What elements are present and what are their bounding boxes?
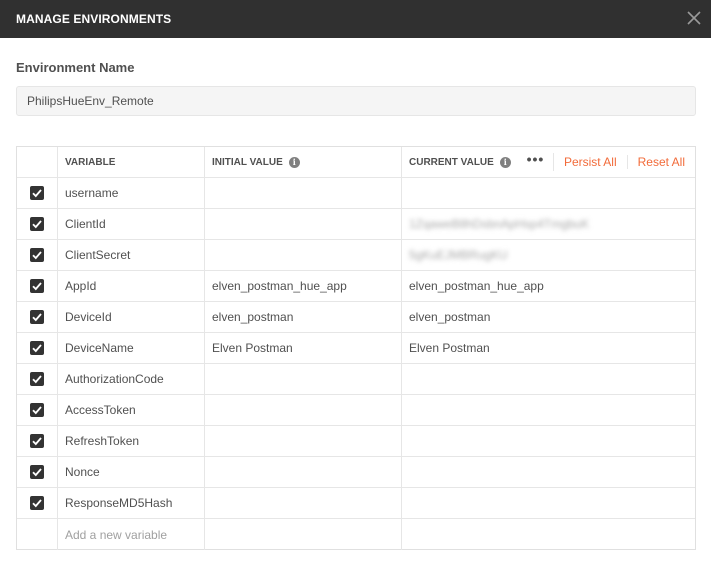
more-options-icon[interactable]: ••• — [518, 152, 554, 171]
table-row: ResponseMD5Hash — [17, 488, 695, 519]
row-checkbox-cell — [17, 457, 58, 487]
reset-all-button[interactable]: Reset All — [628, 155, 695, 169]
row-checkbox-cell — [17, 178, 58, 208]
initial-value-cell[interactable]: elven_postman_hue_app — [205, 271, 402, 301]
initial-value-column-header: INITIAL VALUE i — [205, 147, 402, 177]
enable-checkbox[interactable] — [30, 217, 44, 231]
table-row: DeviceId elven_postman elven_postman — [17, 302, 695, 333]
current-value-cell[interactable]: 5gKuEJMBRugKU — [402, 240, 695, 270]
enable-checkbox[interactable] — [30, 496, 44, 510]
initial-value-cell[interactable]: Elven Postman — [205, 333, 402, 363]
variable-name-cell[interactable]: DeviceName — [58, 333, 205, 363]
variable-name-cell[interactable]: AuthorizationCode — [58, 364, 205, 394]
current-value-cell[interactable] — [402, 488, 695, 518]
initial-value-cell[interactable] — [205, 395, 402, 425]
variable-name-cell[interactable]: RefreshToken — [58, 426, 205, 456]
variables-table: VARIABLE INITIAL VALUE i CURRENT VALUE i… — [16, 146, 696, 550]
row-checkbox-cell — [17, 209, 58, 239]
initial-value-cell[interactable] — [205, 488, 402, 518]
table-row: ClientSecret 5gKuEJMBRugKU — [17, 240, 695, 271]
enable-checkbox[interactable] — [30, 279, 44, 293]
table-row: ClientId 1ZqaweB8hDsbnApHsp4TmgbuK — [17, 209, 695, 240]
enable-checkbox[interactable] — [30, 341, 44, 355]
header-checkbox-cell — [17, 147, 58, 177]
enable-checkbox[interactable] — [30, 186, 44, 200]
dialog-titlebar: MANAGE ENVIRONMENTS — [0, 0, 711, 38]
dialog-title: MANAGE ENVIRONMENTS — [16, 12, 172, 26]
initial-value-cell[interactable] — [205, 240, 402, 270]
current-value-cell[interactable] — [402, 426, 695, 456]
environment-name-label: Environment Name — [16, 60, 135, 75]
initial-value-cell[interactable] — [205, 364, 402, 394]
initial-value-cell[interactable] — [205, 519, 402, 550]
variable-name-cell[interactable]: AppId — [58, 271, 205, 301]
row-checkbox-cell — [17, 333, 58, 363]
variable-column-header: VARIABLE — [58, 147, 205, 177]
table-row: DeviceName Elven Postman Elven Postman — [17, 333, 695, 364]
variable-name-cell[interactable]: ClientId — [58, 209, 205, 239]
table-header: VARIABLE INITIAL VALUE i CURRENT VALUE i… — [17, 147, 695, 178]
variable-name-cell[interactable]: ResponseMD5Hash — [58, 488, 205, 518]
environment-name-input[interactable] — [16, 86, 696, 116]
current-value-cell[interactable] — [402, 364, 695, 394]
initial-value-cell[interactable] — [205, 426, 402, 456]
persist-all-button[interactable]: Persist All — [554, 155, 628, 169]
enable-checkbox[interactable] — [30, 434, 44, 448]
row-checkbox-cell — [17, 364, 58, 394]
new-variable-row: Add a new variable — [17, 519, 695, 550]
enable-checkbox[interactable] — [30, 465, 44, 479]
current-value-cell[interactable] — [402, 395, 695, 425]
table-row: Nonce — [17, 457, 695, 488]
enable-checkbox[interactable] — [30, 372, 44, 386]
current-value-cell[interactable]: elven_postman_hue_app — [402, 271, 695, 301]
current-value-column-header: CURRENT VALUE i ••• Persist All Reset Al… — [402, 147, 695, 177]
current-value-cell[interactable] — [402, 519, 695, 550]
current-value-cell[interactable]: 1ZqaweB8hDsbnApHsp4TmgbuK — [402, 209, 695, 239]
current-value-cell[interactable]: Elven Postman — [402, 333, 695, 363]
current-value-cell[interactable]: elven_postman — [402, 302, 695, 332]
table-row: RefreshToken — [17, 426, 695, 457]
table-row: username — [17, 178, 695, 209]
current-value-header-label: CURRENT VALUE — [409, 156, 494, 168]
enable-checkbox[interactable] — [30, 248, 44, 262]
table-row: AccessToken — [17, 395, 695, 426]
initial-value-cell[interactable] — [205, 178, 402, 208]
variable-name-cell[interactable]: AccessToken — [58, 395, 205, 425]
variable-name-cell[interactable]: Nonce — [58, 457, 205, 487]
enable-checkbox[interactable] — [30, 310, 44, 324]
initial-value-cell[interactable] — [205, 209, 402, 239]
add-variable-input[interactable]: Add a new variable — [58, 519, 205, 550]
initial-value-cell[interactable] — [205, 457, 402, 487]
row-checkbox-cell — [17, 240, 58, 270]
row-checkbox-cell — [17, 519, 58, 550]
row-checkbox-cell — [17, 488, 58, 518]
variable-name-cell[interactable]: ClientSecret — [58, 240, 205, 270]
variable-name-cell[interactable]: DeviceId — [58, 302, 205, 332]
enable-checkbox[interactable] — [30, 403, 44, 417]
info-icon[interactable]: i — [288, 156, 300, 168]
close-icon[interactable] — [685, 9, 703, 27]
current-value-cell[interactable] — [402, 178, 695, 208]
row-checkbox-cell — [17, 271, 58, 301]
header-actions: ••• Persist All Reset All — [518, 147, 695, 177]
row-checkbox-cell — [17, 426, 58, 456]
row-checkbox-cell — [17, 395, 58, 425]
initial-value-header-label: INITIAL VALUE — [212, 156, 283, 168]
table-row: AuthorizationCode — [17, 364, 695, 395]
current-value-cell[interactable] — [402, 457, 695, 487]
variable-name-cell[interactable]: username — [58, 178, 205, 208]
row-checkbox-cell — [17, 302, 58, 332]
info-icon[interactable]: i — [499, 156, 511, 168]
table-row: AppId elven_postman_hue_app elven_postman_… — [17, 271, 695, 302]
initial-value-cell[interactable]: elven_postman — [205, 302, 402, 332]
